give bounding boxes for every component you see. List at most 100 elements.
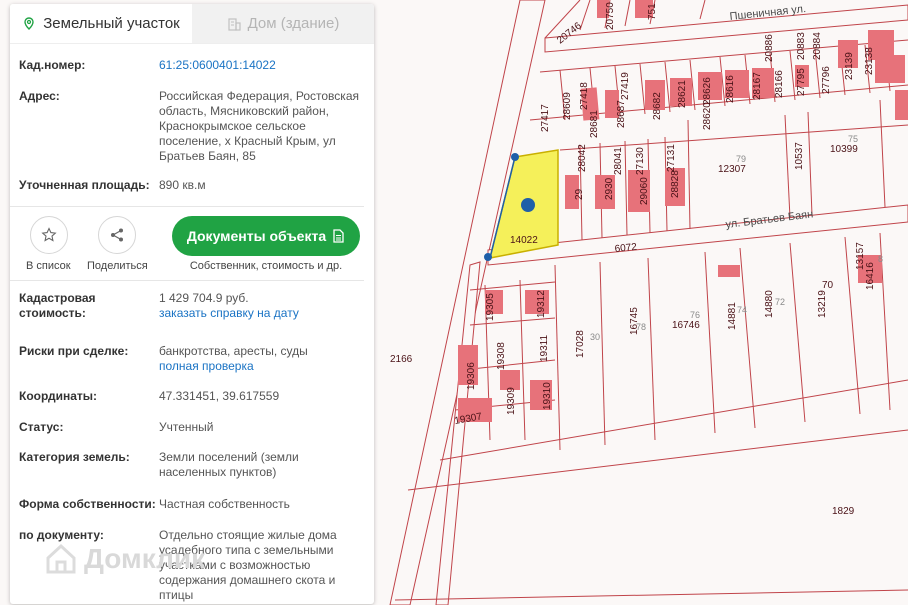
parcel-number-label: 28620: [702, 102, 713, 130]
row-cadastral-number: Кад.номер: 61:25:0600401:14022: [19, 58, 364, 89]
parcel-number-label: 28828: [670, 170, 681, 198]
parcel-number-label: 16745: [629, 307, 640, 335]
full-check-link[interactable]: полная проверка: [159, 359, 254, 373]
row-value: 47.331451, 39.617559: [159, 389, 280, 403]
parcel-number-label: 12307: [718, 164, 746, 175]
watermark-text: Домклик: [84, 543, 206, 574]
map-boundary-line: [394, 589, 908, 601]
parcel-number-label: 70: [822, 280, 834, 291]
row-coordinates: Координаты: 47.331451, 39.617559: [19, 389, 364, 420]
parcel-number-label: 27418: [579, 82, 590, 110]
location-marker[interactable]: [521, 198, 535, 212]
row-address: Адрес: Российская Федерация, Ростовская …: [19, 89, 364, 178]
domclick-watermark: Домклик: [44, 542, 205, 576]
parcel-number-label: 13219: [817, 290, 828, 318]
parcel-number-label: 10537: [794, 142, 805, 170]
share-button[interactable]: [98, 216, 136, 254]
row-key: Форма собственности:: [19, 497, 156, 511]
row-value: 890 кв.м: [159, 178, 206, 192]
tab-bar: Земельный участок Дом (здание): [10, 4, 374, 44]
row-status: Статус: Учтенный: [19, 420, 364, 450]
parcel-number-label: 6072: [614, 242, 638, 255]
parcel-number-label: 10399: [830, 144, 858, 155]
parcel-number-label: 8: [878, 254, 883, 264]
tab-building[interactable]: Дом (здание): [192, 4, 374, 43]
parcel-number-label: 29: [574, 188, 585, 200]
parcel-number-label: 74: [737, 305, 747, 315]
parcel-number-label: 28687: [616, 100, 627, 128]
parcel-number-label: 16746: [672, 320, 700, 331]
row-land-category: Категория земель: Земли поселений (земли…: [19, 450, 364, 497]
vertex-marker[interactable]: [511, 153, 519, 161]
cadastral-value: 1 429 704.9 руб.: [159, 291, 249, 305]
row-key: Статус:: [19, 420, 64, 434]
parcel-number-label: 79: [736, 154, 746, 164]
parcel-number-label: 27417: [540, 104, 551, 132]
parcel-number-label: 19305: [485, 293, 496, 321]
parcel-number-label: 28682: [652, 92, 663, 120]
parcel-number-label: 751: [647, 3, 658, 20]
parcel-number-label: 28609: [562, 92, 573, 120]
parcel-number-label: 76: [690, 310, 700, 320]
share-icon: [111, 228, 123, 242]
parcel-number-label: 16416: [865, 262, 876, 290]
risks-value: банкротства, аресты, суды: [159, 344, 308, 358]
row-area: Уточненная площадь: 890 кв.м: [19, 178, 364, 196]
parcel-number-label: 19309: [506, 387, 517, 415]
row-key: Категория земель:: [19, 450, 130, 464]
add-to-list-label: В список: [26, 260, 71, 272]
parcel-number-label: 20884: [812, 32, 823, 60]
row-value: 61:25:0600401:14022: [159, 58, 359, 89]
parcel-number-label: 23139: [844, 52, 855, 80]
row-cadastral-value: Кадастровая стоимость: 1 429 704.9 руб. …: [19, 291, 364, 344]
parcel-number-label: 20883: [796, 32, 807, 60]
vertex-marker[interactable]: [484, 253, 492, 261]
parcel-number-label: 27796: [821, 66, 832, 94]
object-documents-button[interactable]: Документы объекта: [172, 216, 360, 256]
parcel-number-label: 19311: [539, 334, 550, 362]
row-key: Уточненная площадь:: [19, 178, 150, 192]
parcel-number-label: 28167: [752, 72, 763, 100]
documents-button-label: Документы объекта: [186, 228, 327, 244]
documents-subtitle: Собственник, стоимость и др.: [189, 260, 343, 272]
parcel-number-label: 27131: [666, 144, 677, 172]
parcel-number-label: 2930: [604, 177, 615, 200]
parcel-number-label: 27130: [635, 147, 646, 175]
cadastral-number-link[interactable]: 61:25:0600401:14022: [159, 58, 276, 72]
row-value: банкротства, аресты, суды полная проверк…: [159, 344, 359, 389]
parcel-number-label: 14881: [727, 302, 738, 330]
map-boundary-line: [407, 429, 908, 491]
row-key: Адрес:: [19, 89, 60, 103]
parcel-number-label: 28042: [577, 144, 588, 172]
parcel-number-label: 19310: [542, 382, 553, 410]
parcel-number-label: 75: [848, 134, 858, 144]
parcel-number-label: 1829: [832, 506, 855, 517]
parcel-number-label: 30: [590, 332, 600, 342]
tab-label: Дом (здание): [247, 15, 340, 32]
parcel-number-label: 27419: [620, 72, 631, 100]
domclick-logo-icon: [46, 543, 76, 574]
parcel-number-label: 20750: [605, 2, 616, 30]
location-pin-icon: [24, 16, 34, 30]
parcel-number-label: 28681: [589, 110, 600, 138]
order-certificate-link[interactable]: заказать справку на дату: [159, 306, 299, 320]
parcel-number-label: 28166: [774, 70, 785, 98]
parcel-number-label: 28041: [613, 147, 624, 175]
tab-label: Земельный участок: [43, 15, 180, 32]
row-value: Земли поселений (земли населенных пункто…: [159, 450, 299, 479]
info-panel: Земельный участок Дом (здание) Кад.номер…: [10, 4, 374, 604]
row-value: Российская Федерация, Ростовская область…: [159, 89, 359, 163]
parcel-number-label: 28626: [702, 77, 713, 105]
parcel-number-label: 20886: [764, 34, 775, 62]
row-value: Учтенный: [159, 420, 214, 434]
parcel-number-label: 14880: [764, 290, 775, 318]
info-top: Кад.номер: 61:25:0600401:14022 Адрес: Ро…: [10, 44, 374, 196]
row-key: Кадастровая стоимость:: [19, 291, 96, 320]
row-value: Частная собственность: [159, 497, 290, 511]
row-risks: Риски при сделке: банкротства, аресты, с…: [19, 344, 364, 389]
tab-land-plot[interactable]: Земельный участок: [10, 4, 192, 43]
parcel-number-label: 19312: [536, 290, 547, 318]
parcel-number-label: 28616: [725, 75, 736, 103]
add-to-list-button[interactable]: [30, 216, 68, 254]
parcel-number-label: 2166: [390, 354, 413, 365]
